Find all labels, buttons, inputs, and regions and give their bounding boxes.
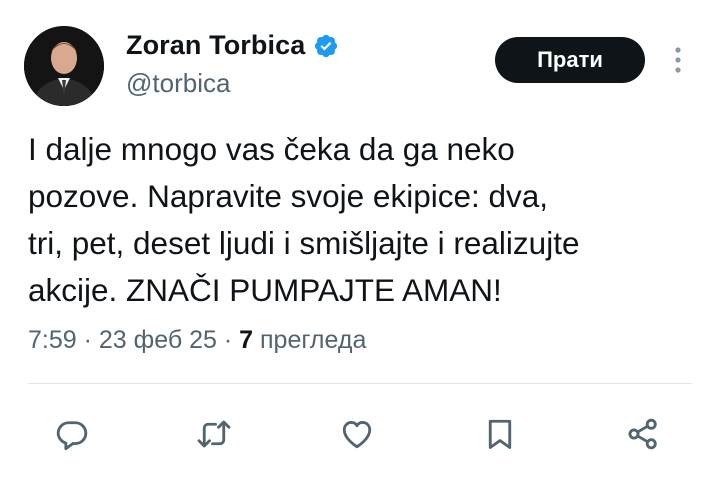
more-options-icon[interactable] bbox=[668, 44, 688, 76]
follow-button[interactable]: Прати bbox=[495, 37, 645, 83]
divider bbox=[28, 383, 692, 384]
retweet-button[interactable] bbox=[192, 412, 236, 456]
author-name-row: Zoran Torbica bbox=[126, 30, 339, 61]
avatar[interactable] bbox=[24, 26, 104, 106]
tweet-text: I dalje mnogo vas čeka da ga neko pozove… bbox=[28, 131, 580, 308]
verified-badge-icon bbox=[313, 33, 339, 59]
share-icon bbox=[628, 418, 657, 450]
reply-button[interactable] bbox=[50, 412, 94, 456]
meta-separator: · bbox=[76, 326, 99, 354]
avatar-image bbox=[24, 26, 104, 106]
views-count: 7 bbox=[239, 326, 254, 354]
bookmark-icon bbox=[488, 419, 512, 449]
bookmark-button[interactable] bbox=[478, 412, 522, 456]
tweet-time[interactable]: 7:59 bbox=[28, 326, 77, 354]
author-display-name[interactable]: Zoran Torbica bbox=[126, 30, 305, 61]
meta-separator: · bbox=[216, 326, 240, 354]
like-icon bbox=[342, 421, 372, 449]
author-handle[interactable]: @torbica bbox=[126, 68, 230, 99]
reply-icon bbox=[56, 421, 88, 451]
like-button[interactable] bbox=[335, 412, 379, 456]
views-label: прегледа bbox=[260, 326, 367, 354]
tweet-card: Zoran Torbica @torbica Прати I dalje mno… bbox=[0, 0, 716, 490]
tweet-meta: 7:59 · 23 феб 25 · 7 прегледа bbox=[28, 326, 366, 355]
share-button[interactable] bbox=[621, 412, 665, 456]
retweet-icon bbox=[197, 420, 231, 448]
tweet-date[interactable]: 23 феб 25 bbox=[99, 326, 217, 354]
